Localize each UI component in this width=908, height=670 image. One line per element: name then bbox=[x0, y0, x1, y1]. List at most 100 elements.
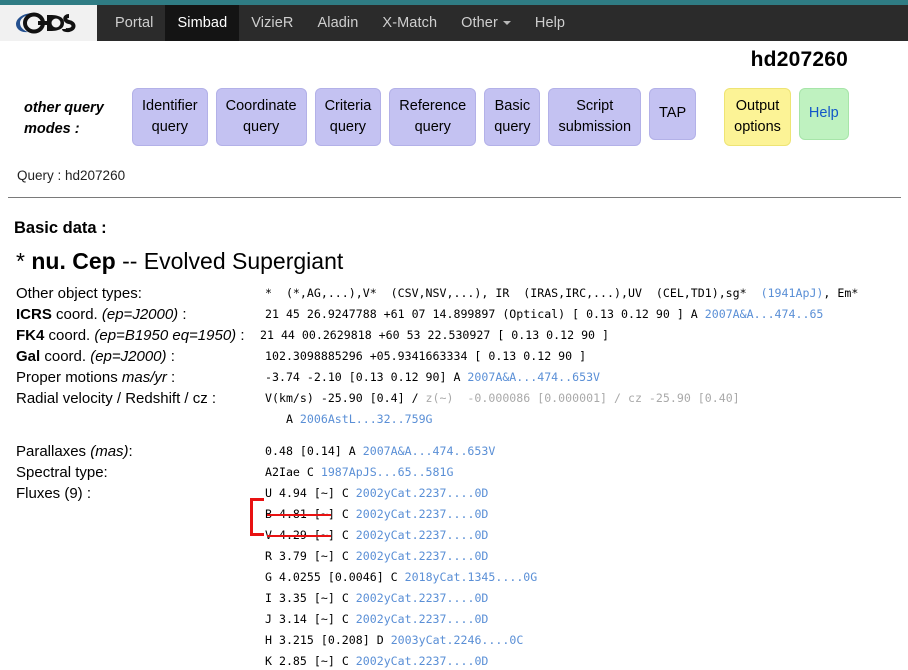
rv-separator: / bbox=[607, 391, 628, 405]
tap-button[interactable]: TAP bbox=[649, 88, 697, 140]
reference-link[interactable]: 2006AstL...32..759G bbox=[300, 412, 433, 426]
reference-link[interactable]: 2002yCat.2237....0D bbox=[356, 549, 489, 563]
nav-item-vizier[interactable]: VizieR bbox=[239, 5, 305, 41]
reference-link[interactable]: 2002yCat.2237....0D bbox=[356, 528, 489, 542]
reference-link[interactable]: 2003yCat.2246....0C bbox=[391, 633, 524, 647]
row-label: Proper motions mas/yr : bbox=[0, 367, 265, 388]
row-label: Parallaxes (mas): bbox=[0, 441, 265, 462]
basic-query-button[interactable]: Basic query bbox=[484, 88, 541, 147]
icrs-coords: 21 45 26.9247788 +61 07 14.899897 (Optic… bbox=[265, 307, 705, 321]
criteria-query-button[interactable]: Criteria query bbox=[314, 88, 382, 147]
coordinate-query-button[interactable]: Coordinate query bbox=[215, 88, 307, 147]
nav-item-help[interactable]: Help bbox=[523, 5, 577, 41]
fk4-label-colon: : bbox=[236, 327, 245, 344]
nav-label: Help bbox=[534, 15, 566, 31]
flux-band: R bbox=[265, 549, 272, 563]
icrs-label-frame: ICRS bbox=[16, 306, 52, 323]
reference-link[interactable]: 2002yCat.2237....0D bbox=[356, 507, 489, 521]
reference-link[interactable]: 2002yCat.2237....0D bbox=[356, 612, 489, 626]
flux-mag: 4.94 bbox=[278, 486, 307, 500]
parallax-label-unit: (mas) bbox=[90, 443, 129, 460]
rv-velocity: V(km/s) -25.90 [0.4] / bbox=[265, 391, 426, 405]
flux-err: [~] bbox=[313, 486, 335, 500]
flux-quality: C bbox=[341, 612, 349, 626]
flux-err: [~] bbox=[313, 549, 335, 563]
flux-band: G bbox=[265, 570, 272, 584]
fk4-label-epoch: (ep=B1950 eq=1950) bbox=[94, 327, 237, 344]
cds-logo[interactable] bbox=[0, 5, 97, 41]
nav-label: Other bbox=[461, 15, 498, 31]
reference-link[interactable]: (1941ApJ) bbox=[761, 286, 824, 300]
flux-mag: 4.81 bbox=[278, 507, 307, 521]
row-value: * (*,AG,...),V* (CSV,NSV,...), IR (IRAS,… bbox=[265, 283, 858, 304]
nav-label: Aladin bbox=[317, 15, 359, 31]
nav-item-portal[interactable]: Portal bbox=[103, 5, 165, 41]
query-modes-bar: other query modes : Identifier query Coo… bbox=[24, 88, 857, 147]
nav-label: X-Match bbox=[382, 15, 438, 31]
flux-band: H bbox=[265, 633, 272, 647]
help-button[interactable]: Help bbox=[798, 88, 849, 140]
flux-quality: D bbox=[376, 633, 384, 647]
flux-err: [~] bbox=[313, 591, 335, 605]
row-label: Gal coord. (ep=J2000) : bbox=[0, 346, 265, 367]
reference-link[interactable]: 2002yCat.2237....0D bbox=[356, 486, 489, 500]
row-icrs-coord: ICRS coord. (ep=J2000) : 21 45 26.924778… bbox=[0, 304, 908, 325]
reference-query-button[interactable]: Reference query bbox=[389, 88, 477, 147]
pm-values: -3.74 -2.10 [0.13 0.12 90] A bbox=[265, 370, 468, 384]
fk4-label-text: coord. bbox=[44, 327, 95, 344]
row-value: V(km/s) -25.90 [0.4] / z(~) -0.000086 [0… bbox=[265, 388, 740, 430]
flux-mag: 4.29 bbox=[278, 528, 307, 542]
nav-item-xmatch[interactable]: X-Match bbox=[370, 5, 449, 41]
icrs-label-text: coord. bbox=[51, 306, 102, 323]
flux-band: J bbox=[265, 612, 272, 626]
flux-mag: 3.14 bbox=[278, 612, 307, 626]
identifier-query-button[interactable]: Identifier query bbox=[132, 88, 208, 147]
reference-link[interactable]: 2007A&A...474..653V bbox=[467, 370, 600, 384]
flux-err: [~] bbox=[313, 528, 335, 542]
other-types-text: * (*,AG,...),V* (CSV,NSV,...), IR (IRAS,… bbox=[265, 286, 761, 300]
flux-err: [0.208] bbox=[320, 633, 370, 647]
flux-row-G: G 4.0255 [0.0046] C 2018yCat.1345....0G bbox=[265, 567, 537, 588]
reference-link[interactable]: 2002yCat.2237....0D bbox=[356, 654, 489, 668]
parallax-label-colon: : bbox=[128, 443, 133, 460]
object-prefix: * bbox=[16, 248, 32, 274]
nav-item-other[interactable]: Other bbox=[449, 5, 523, 41]
flux-mag: 4.0255 bbox=[278, 570, 321, 584]
flux-band: I bbox=[265, 591, 272, 605]
flux-quality: C bbox=[341, 591, 349, 605]
pm-label-colon: : bbox=[166, 369, 176, 386]
other-types-text-tail: , Em* bbox=[823, 286, 859, 300]
flux-quality: C bbox=[341, 486, 349, 500]
flux-quality: C bbox=[341, 507, 349, 521]
reference-link[interactable]: 2002yCat.2237....0D bbox=[356, 591, 489, 605]
pm-label-text: Proper motions bbox=[16, 369, 122, 386]
gal-label-epoch: (ep=J2000) bbox=[90, 348, 167, 365]
flux-quality: C bbox=[341, 654, 349, 668]
flux-band: U bbox=[265, 486, 272, 500]
reference-link[interactable]: 2007A&A...474..65 bbox=[705, 307, 824, 321]
row-parallaxes: Parallaxes (mas): 0.48 [0.14] A 2007A&A.… bbox=[0, 441, 908, 462]
parallax-label-text: Parallaxes bbox=[16, 443, 91, 460]
nav-item-aladin[interactable]: Aladin bbox=[306, 5, 371, 41]
flux-list: U 4.94 [~] C 2002yCat.2237....0D B 4.81 … bbox=[265, 483, 537, 670]
flux-err: [0.0046] bbox=[327, 570, 384, 584]
row-spectral-type: Spectral type: A2Iae C 1987ApJS...65..58… bbox=[0, 462, 908, 483]
rv-redshift: z(~) -0.000086 [0.000001] bbox=[425, 391, 608, 405]
reference-link[interactable]: 2007A&A...474..653V bbox=[363, 444, 496, 458]
script-submission-button[interactable]: Script submission bbox=[548, 88, 642, 147]
simbad-page: Portal Simbad VizieR Aladin X-Match Othe… bbox=[0, 0, 908, 670]
spectral-value: A2Iae C bbox=[265, 465, 321, 479]
nav-item-simbad[interactable]: Simbad bbox=[165, 5, 240, 41]
flux-quality: C bbox=[341, 528, 349, 542]
row-fk4-coord: FK4 coord. (ep=B1950 eq=1950) : 21 44 00… bbox=[0, 325, 908, 346]
row-spacer bbox=[0, 430, 908, 441]
reference-link[interactable]: 2018yCat.1345....0G bbox=[405, 570, 538, 584]
main-navbar: Portal Simbad VizieR Aladin X-Match Othe… bbox=[0, 5, 908, 41]
output-options-button[interactable]: Output options bbox=[724, 88, 791, 147]
flux-row-U: U 4.94 [~] C 2002yCat.2237....0D bbox=[265, 483, 537, 504]
section-divider bbox=[8, 197, 901, 198]
row-label: Fluxes (9) : bbox=[16, 485, 92, 502]
reference-link[interactable]: 1987ApJS...65..581G bbox=[321, 465, 454, 479]
nav-label: Simbad bbox=[177, 15, 228, 31]
page-title: hd207260 bbox=[750, 48, 848, 71]
